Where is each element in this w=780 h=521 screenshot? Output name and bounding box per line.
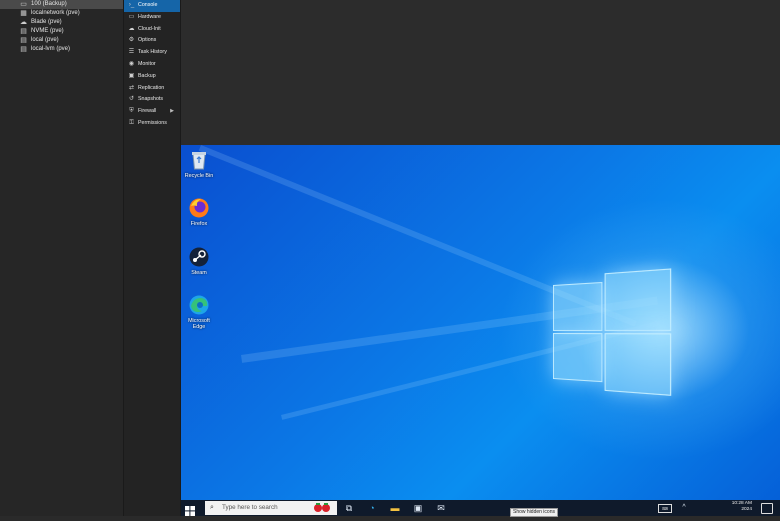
menu-item-snapshots[interactable]: ↺ Snapshots	[124, 94, 180, 106]
resource-tree: ▭ 100 (Backup) ▦ localnetwork (pve) ☁ Bl…	[0, 0, 124, 516]
menu-item-options[interactable]: ⚙ Options	[124, 35, 180, 47]
menu-item-label: Permissions	[138, 120, 167, 126]
search-placeholder: Type here to search	[222, 501, 278, 515]
menu-item-hardware[interactable]: ▭ Hardware	[124, 12, 180, 24]
vm-menu: ›_ Console ▭ Hardware ☁ Cloud-Init ⚙ Opt…	[124, 0, 181, 516]
floppy-icon: ▣	[128, 71, 135, 83]
chevron-right-icon: ▶	[170, 106, 174, 118]
tree-item-local[interactable]: ▤ local (pve)	[0, 36, 123, 45]
menu-item-firewall[interactable]: ⛨ Firewall ▶	[124, 106, 180, 118]
strawberry-search-highlight-icon	[312, 503, 332, 513]
menu-item-cloud-init[interactable]: ☁ Cloud-Init	[124, 24, 180, 36]
edge-icon	[188, 294, 210, 316]
desktop-icon-recycle-bin[interactable]: Recycle Bin	[182, 149, 216, 179]
monitor-icon: ▭	[128, 12, 135, 24]
retweet-icon: ⇄	[128, 83, 135, 95]
steam-icon	[188, 246, 210, 268]
vm-console-desktop[interactable]: Recycle Bin Firefox Steam Microsoft Edge	[181, 145, 780, 500]
tree-item-nvme[interactable]: ▤ NVME (pve)	[0, 27, 123, 36]
search-icon: ⌕	[210, 501, 214, 515]
tree-item-label: NVME (pve)	[31, 28, 64, 34]
menu-item-label: Monitor	[138, 61, 156, 67]
menu-item-label: Hardware	[138, 14, 161, 20]
start-button[interactable]	[185, 503, 195, 513]
menu-item-label: Console	[138, 2, 157, 8]
taskbar-clock[interactable]: 10:28 AM 2024	[728, 501, 752, 513]
tree-item-label: 100 (Backup)	[31, 1, 67, 7]
menu-item-label: Replication	[138, 85, 164, 91]
notification-center-icon[interactable]	[761, 503, 773, 514]
eye-icon: ◉	[128, 59, 135, 71]
desktop-icon-edge[interactable]: Microsoft Edge	[182, 294, 216, 330]
desktop-icon-label: Recycle Bin	[185, 173, 213, 179]
clock-date: 2024	[728, 507, 752, 513]
desktop-icon-label: Steam	[191, 270, 207, 276]
tree-item-label: Blade (pve)	[31, 19, 62, 25]
taskbar-search-box[interactable]: ⌕ Type here to search	[205, 501, 337, 515]
tree-item-label: local-lvm (pve)	[31, 46, 70, 52]
recycle-bin-icon	[188, 149, 210, 171]
menu-item-label: Firewall	[138, 108, 156, 114]
tree-item-blade[interactable]: ☁ Blade (pve)	[0, 18, 123, 27]
show-hidden-icons-icon[interactable]: ^	[678, 502, 690, 514]
storage-icon: ▤	[20, 46, 27, 53]
storage-icon: ▤	[20, 28, 27, 35]
menu-item-replication[interactable]: ⇄ Replication	[124, 83, 180, 95]
tree-item-local-lvm[interactable]: ▤ local-lvm (pve)	[0, 45, 123, 54]
cloud-icon: ☁	[20, 19, 27, 26]
monitor-icon: ▭	[20, 1, 27, 8]
windows-logo	[553, 269, 669, 394]
menu-item-label: Snapshots	[138, 96, 163, 102]
task-view-icon[interactable]: ⧉	[343, 502, 355, 514]
menu-item-backup[interactable]: ▣ Backup	[124, 71, 180, 83]
cloud-icon: ☁	[128, 24, 135, 36]
edge-taskbar-icon[interactable]: ◔	[366, 502, 378, 514]
tree-item-localnetwork[interactable]: ▦ localnetwork (pve)	[0, 9, 123, 18]
menu-item-label: Cloud-Init	[138, 26, 161, 32]
tree-item-vm-100[interactable]: ▭ 100 (Backup)	[0, 0, 123, 9]
menu-item-console[interactable]: ›_ Console	[124, 0, 180, 12]
tree-item-label: localnetwork (pve)	[31, 10, 80, 16]
tree-item-label: local (pve)	[31, 37, 59, 43]
grid-icon: ▦	[20, 10, 27, 17]
menu-item-label: Options	[138, 37, 156, 43]
mail-icon[interactable]: ✉	[435, 502, 447, 514]
menu-item-label: Backup	[138, 73, 156, 79]
list-icon: ☰	[128, 47, 135, 59]
keyboard-icon[interactable]: ⌨	[658, 504, 672, 513]
console-toolbar-area	[181, 0, 780, 145]
terminal-icon: ›_	[128, 0, 135, 12]
menu-item-monitor[interactable]: ◉ Monitor	[124, 59, 180, 71]
desktop-icon-label: Microsoft Edge	[188, 318, 210, 330]
shield-icon: ⛨	[128, 106, 135, 118]
store-icon[interactable]: ▣	[412, 502, 424, 514]
desktop-icon-label: Firefox	[191, 221, 207, 227]
menu-item-label: Task History	[138, 49, 167, 55]
windows-start-icon	[185, 506, 195, 516]
desktop-icon-steam[interactable]: Steam	[182, 246, 216, 276]
unlock-icon: ⚿	[128, 118, 135, 130]
firefox-icon	[188, 197, 210, 219]
history-icon: ↺	[128, 94, 135, 106]
gear-icon: ⚙	[128, 35, 135, 47]
windows-taskbar: ⌕ Type here to search ⧉ ◔ ▬ ▣ ✉ ⌨ ^ 10:2…	[181, 500, 780, 516]
file-explorer-icon[interactable]: ▬	[389, 502, 401, 514]
menu-item-task-history[interactable]: ☰ Task History	[124, 47, 180, 59]
storage-icon: ▤	[20, 37, 27, 44]
menu-item-permissions[interactable]: ⚿ Permissions	[124, 118, 180, 130]
desktop-icon-firefox[interactable]: Firefox	[182, 197, 216, 227]
